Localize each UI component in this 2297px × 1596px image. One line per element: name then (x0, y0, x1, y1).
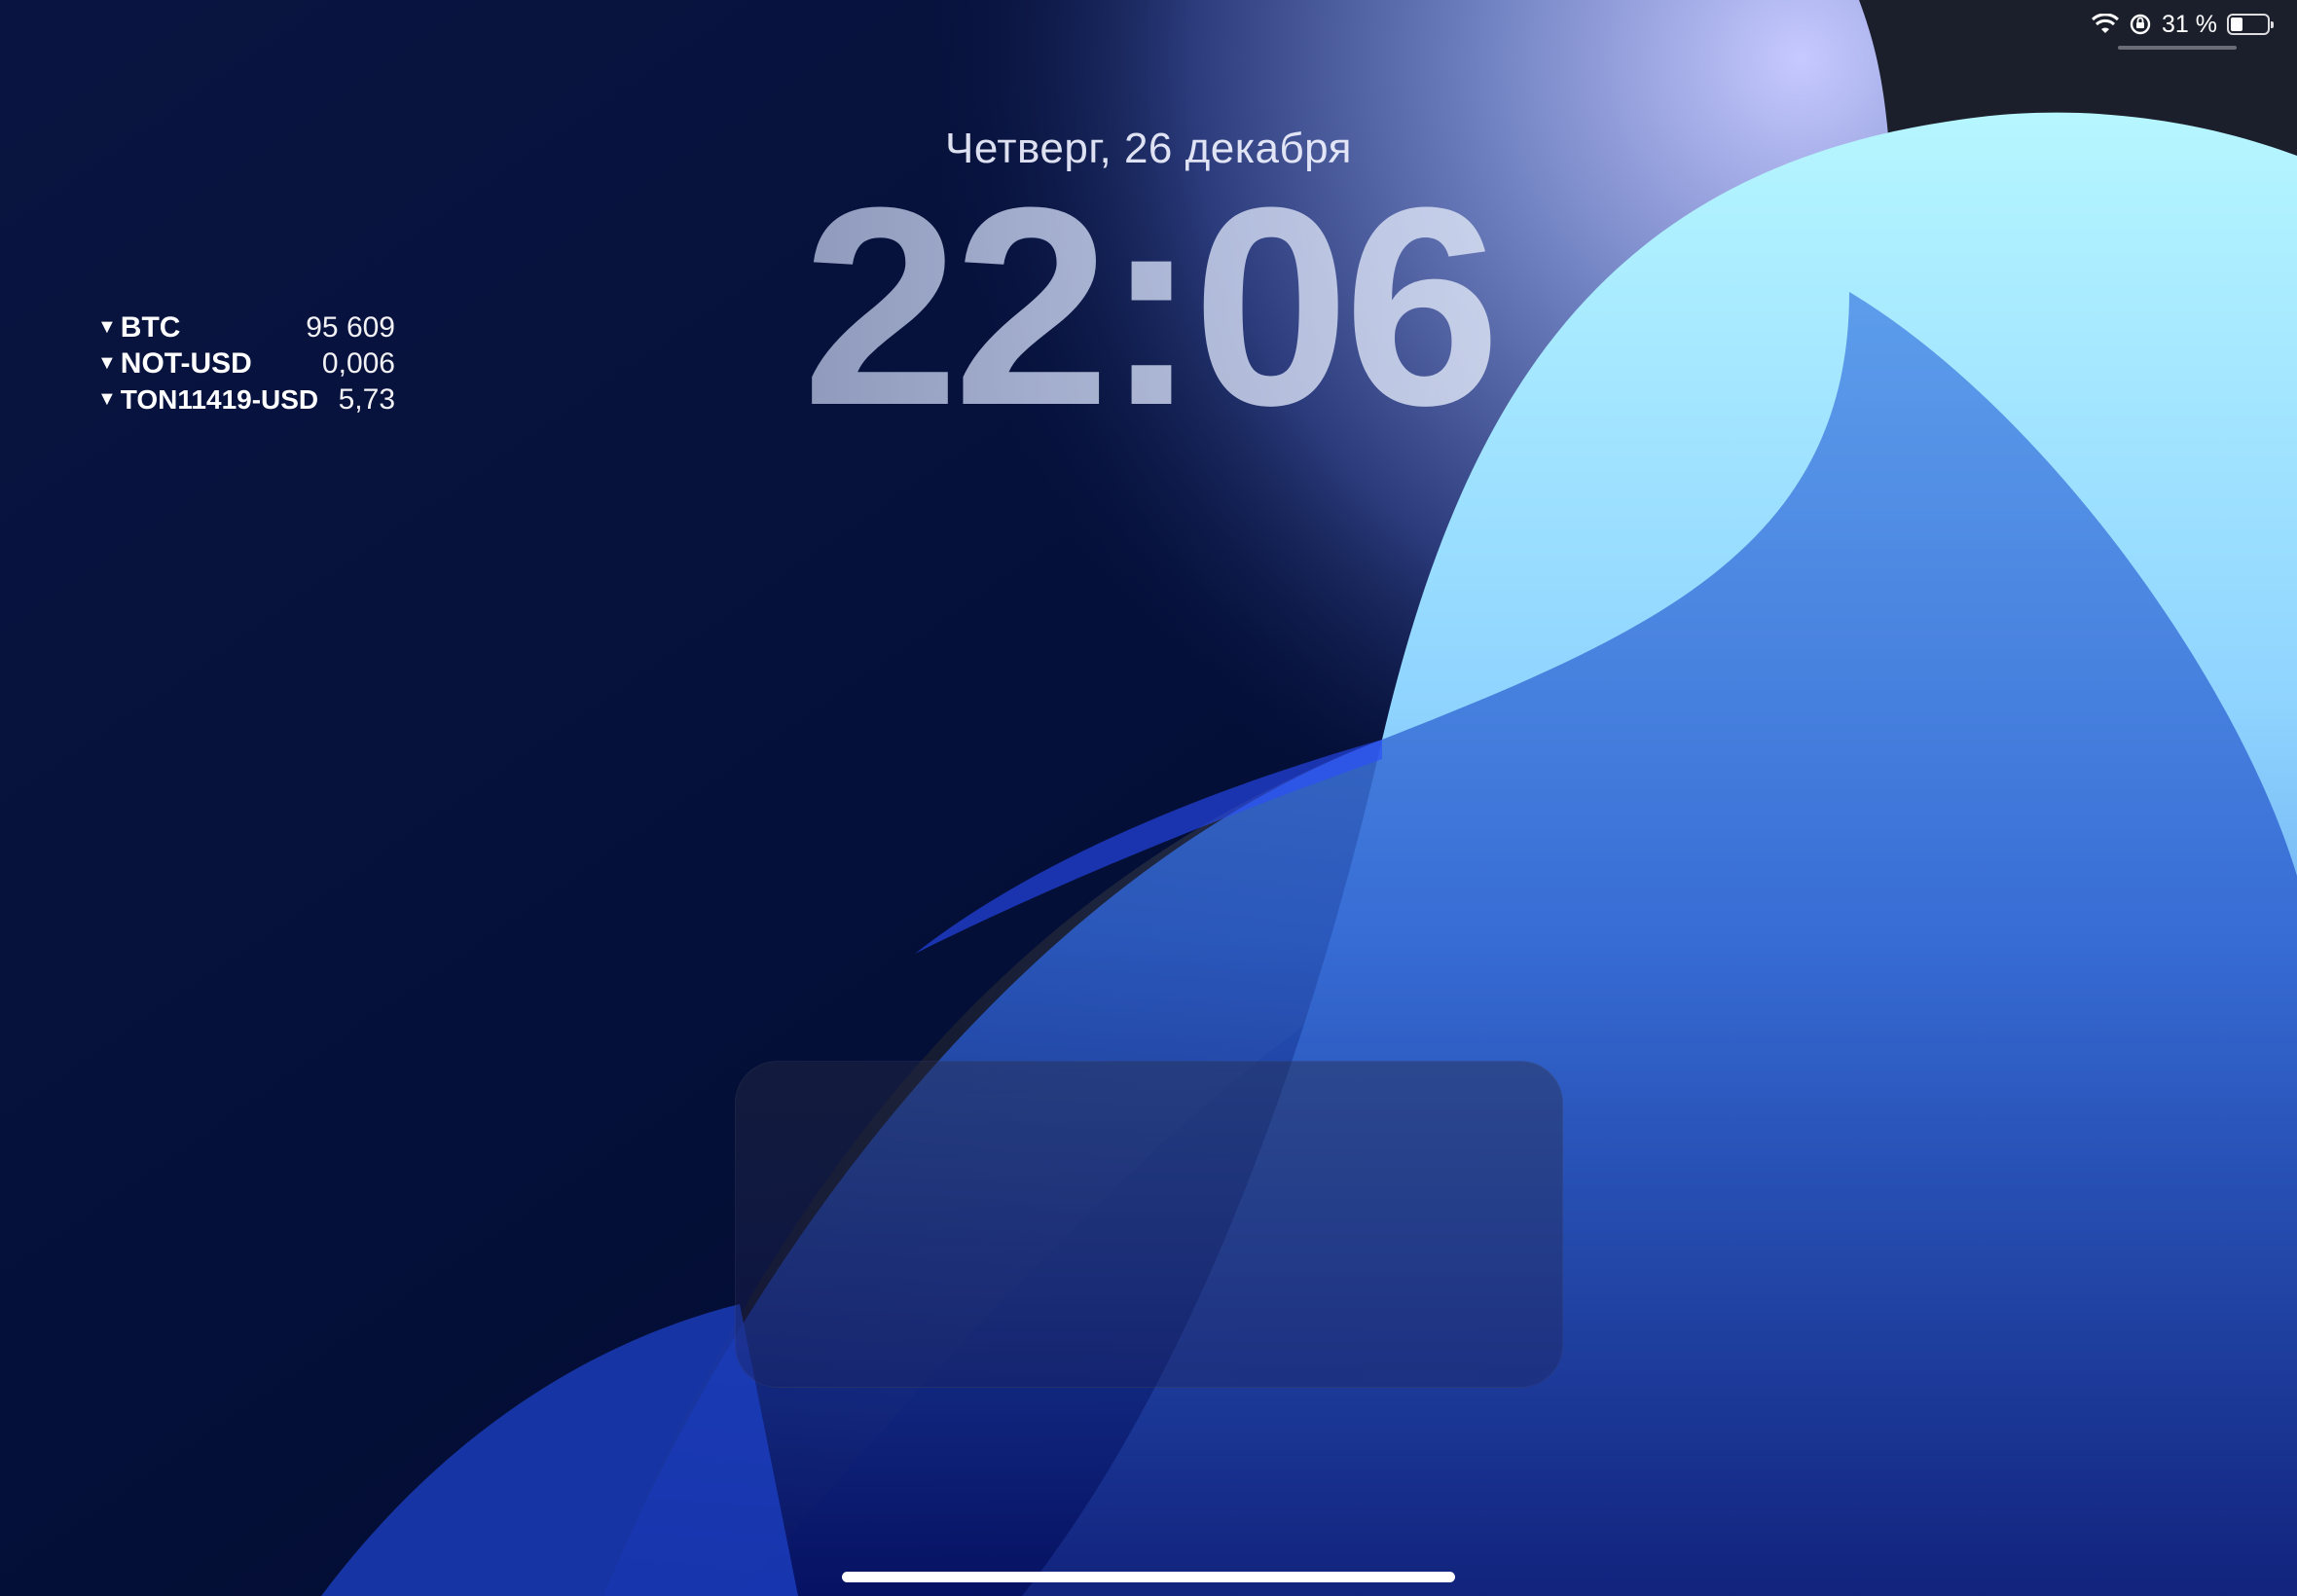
home-indicator[interactable] (842, 1572, 1455, 1582)
control-center-grabber[interactable] (2118, 46, 2237, 50)
battery-percent: 31 % (2162, 10, 2217, 38)
clock-separator: : (1104, 149, 1193, 464)
clock-hours: 22 (802, 149, 1105, 464)
clock-minutes: 06 (1192, 149, 1495, 464)
stock-symbol: NOT-USD (120, 347, 252, 380)
status-bar: 31 % (2092, 8, 2274, 41)
battery-icon (2227, 14, 2274, 35)
down-triangle-icon: ▼ (97, 352, 117, 374)
down-triangle-icon: ▼ (97, 316, 117, 338)
stock-row: ▼ NOT-USD 0,006 (97, 345, 395, 381)
orientation-lock-icon (2129, 13, 2152, 36)
down-triangle-icon: ▼ (97, 388, 117, 410)
stock-symbol: BTC (120, 311, 181, 344)
wifi-icon (2092, 14, 2120, 35)
stock-row: ▼ TON11419-USD 5,73 (97, 381, 395, 417)
stock-row: ▼ BTC 95 609 (97, 309, 395, 345)
stock-value: 95 609 (306, 311, 395, 344)
stocks-widget[interactable]: ▼ BTC 95 609 ▼ NOT-USD 0,006 ▼ TON11419-… (97, 309, 395, 417)
stock-value: 0,006 (321, 347, 395, 380)
battery-level (2231, 18, 2243, 31)
widget-panel[interactable] (735, 1061, 1563, 1388)
stock-value: 5,73 (338, 383, 395, 416)
stock-symbol: TON11419-USD (120, 384, 319, 415)
